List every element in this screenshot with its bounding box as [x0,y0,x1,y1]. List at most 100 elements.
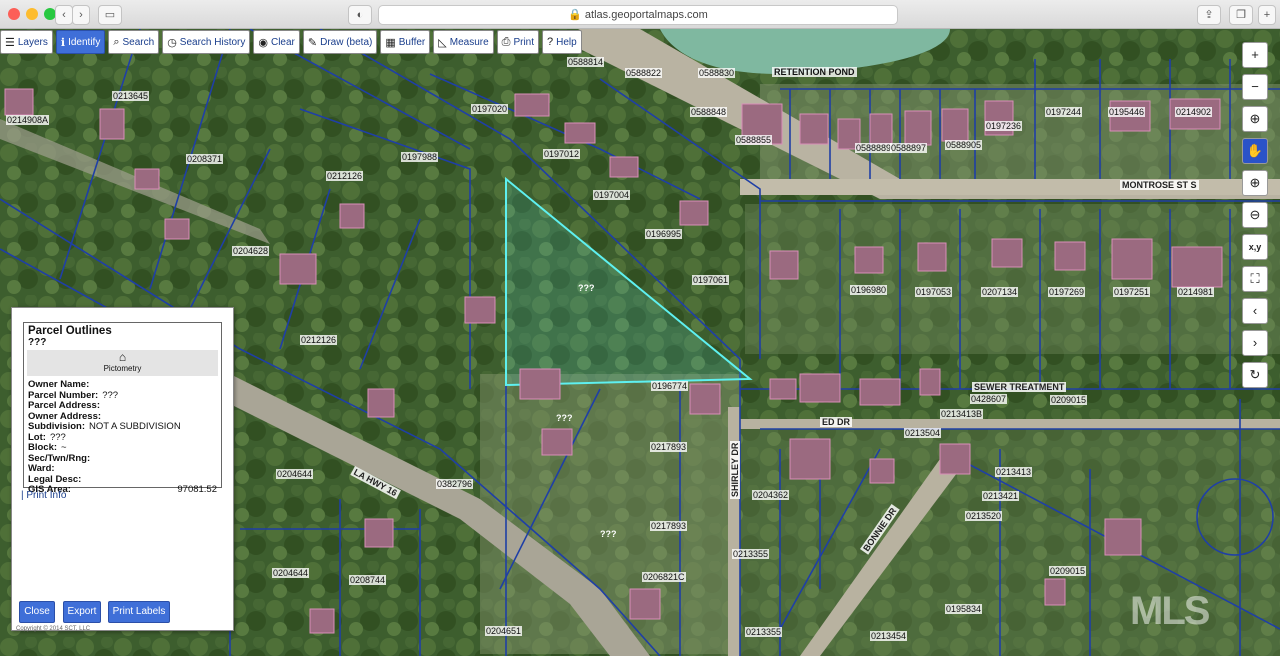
parcel-number-label[interactable]: 0204644 [276,469,314,479]
parcel-number-label[interactable]: 0196980 [850,285,888,295]
parcel-number-label[interactable]: 0197236 [985,121,1023,131]
attribute-value: ??? [102,389,119,401]
parcel-number-label[interactable]: 0209015 [1050,395,1088,405]
draw-button[interactable]: ✎ Draw (beta) [302,30,378,54]
parcel-number-label[interactable]: 0213520 [965,511,1003,521]
parcel-number-label[interactable]: 0207134 [981,287,1019,297]
parcel-number-label[interactable]: 0197269 [1048,287,1086,297]
identify-button[interactable]: ℹ Identify [55,30,106,54]
close-button[interactable]: Close [19,601,55,623]
parcel-attributes: Owner Name: Parcel Number:??? Parcel Addre… [24,379,221,496]
zoom-box-out-icon[interactable]: ⊖ [1242,202,1268,228]
print-info-link[interactable]: | Print Info [21,490,66,501]
parcel-number-label[interactable]: 0214981 [1177,287,1215,297]
previous-extent-icon[interactable]: ‹ [1242,298,1268,324]
buffer-button[interactable]: ▦ Buffer [380,30,431,54]
parcel-number-label[interactable]: 0213421 [982,491,1020,501]
layers-button[interactable]: ☰ Layers [0,30,53,54]
parcel-number-label[interactable]: 0204651 [485,626,523,636]
parcel-number-label[interactable]: 0204362 [752,490,790,500]
parcel-number-label[interactable]: 0213645 [112,91,150,101]
back-icon[interactable]: ‹ [55,5,73,25]
print-labels-button[interactable]: Print Labels [108,601,170,623]
parcel-number-label[interactable]: 0212126 [326,171,364,181]
parcel-number-label[interactable]: 0197012 [543,149,581,159]
attribute-label: Block: [28,442,58,453]
parcel-number-label[interactable]: 0197988 [401,152,439,162]
parcel-number-label[interactable]: 0217893 [650,521,688,531]
minimize-window-icon[interactable] [26,8,38,20]
parcel-number-label[interactable]: 0197053 [915,287,953,297]
refresh-icon[interactable]: ↻ [1242,362,1268,388]
clear-button[interactable]: ◉ Clear [253,30,300,54]
pan-hand-icon[interactable]: ✋ [1242,138,1268,164]
parcel-number-label[interactable]: 0214902 [1175,107,1213,117]
parcel-number-label[interactable]: 0588889 [855,143,893,153]
unknown-parcel-label: ??? [600,529,617,539]
pictometry-link[interactable]: ⌂ Pictometry [27,350,218,376]
parcel-number-label[interactable]: 0208371 [186,154,224,164]
new-tab-icon[interactable]: + [1258,5,1276,25]
parcel-number-label[interactable]: 0382796 [436,479,474,489]
shield-icon[interactable]: ◐ [348,5,372,25]
parcel-number-label[interactable]: 0197244 [1045,107,1083,117]
parcel-number-label[interactable]: 0588848 [690,107,728,117]
parcel-number-label[interactable]: 0213355 [745,627,783,637]
parcel-number-label[interactable]: 0197020 [471,104,509,114]
print-button[interactable]: ⎙ Print [496,30,540,54]
parcel-number-label[interactable]: 0588814 [567,57,605,67]
parcel-number-label[interactable]: 0588897 [890,143,928,153]
address-bar[interactable]: 🔒 atlas.geoportalmaps.com [378,5,898,25]
help-button[interactable]: ? Help [542,30,582,54]
attribute-value: NOT A SUBDIVISION [89,421,181,432]
parcel-number-label[interactable]: 0212126 [300,335,338,345]
help-icon: ? [547,36,554,48]
forward-icon[interactable]: › [72,5,90,25]
full-extent-icon[interactable]: ⛶ [1242,266,1268,292]
map-navigation-tools: + − ⊕ ✋ ⊕ ⊖ x,y ⛶ ‹ › ↻ [1242,42,1268,388]
parcel-number-label[interactable]: 0206821C [642,572,686,582]
parcel-number-label[interactable]: 0204628 [232,246,270,256]
parcel-number-label[interactable]: 0197251 [1113,287,1151,297]
attribute-label: Owner Name: [28,379,90,390]
parcel-number-label[interactable]: 0196995 [645,229,683,239]
xy-coordinates-icon[interactable]: x,y [1242,234,1268,260]
parcel-number-label[interactable]: 0588830 [698,68,736,78]
parcel-number-label[interactable]: 0213504 [904,428,942,438]
parcel-number-label[interactable]: 0208744 [349,575,387,585]
parcel-attribute-row: Parcel Address: [24,400,221,412]
share-icon[interactable]: ⇪ [1197,5,1221,25]
zoom-out-icon[interactable]: − [1242,74,1268,100]
tabs-icon[interactable]: ❐ [1229,5,1253,25]
parcel-number-label[interactable]: 0213355 [732,549,770,559]
parcel-number-label[interactable]: 0588855 [735,135,773,145]
parcel-number-label[interactable]: 0197004 [593,190,631,200]
parcel-number-label[interactable]: 0196774 [651,381,689,391]
parcel-number-label[interactable]: 0428607 [970,394,1008,404]
parcel-number-label[interactable]: 0588905 [945,140,983,150]
parcel-number-label[interactable]: 0213413 [995,467,1033,477]
parcel-number-label[interactable]: 0588822 [625,68,663,78]
parcel-number-label[interactable]: 0213413B [940,409,984,419]
close-window-icon[interactable] [8,8,20,20]
parcel-number-label[interactable]: 0195446 [1108,107,1146,117]
parcel-number-label[interactable]: 0213454 [870,631,908,641]
attribute-label: Parcel Address: [28,400,100,411]
search-button[interactable]: ⌕ Search [108,30,160,54]
grid-icon: ▦ [385,36,396,49]
measure-button[interactable]: ◺ Measure [433,30,494,54]
locate-icon[interactable]: ⊕ [1242,106,1268,132]
search-history-button[interactable]: ◷ Search History [162,30,251,54]
zoom-box-in-icon[interactable]: ⊕ [1242,170,1268,196]
parcel-number-label[interactable]: 0195834 [945,604,983,614]
zoom-in-icon[interactable]: + [1242,42,1268,68]
parcel-number-label[interactable]: 0214908A [6,115,50,125]
parcel-number-label[interactable]: 0209015 [1049,566,1087,576]
next-extent-icon[interactable]: › [1242,330,1268,356]
export-button[interactable]: Export [63,601,101,623]
parcel-number-label[interactable]: 0197061 [692,275,730,285]
pencil-icon: ✎ [307,36,318,49]
parcel-number-label[interactable]: 0217893 [650,442,688,452]
parcel-number-label[interactable]: 0204644 [272,568,310,578]
sidebar-icon[interactable]: ▭ [98,5,122,25]
